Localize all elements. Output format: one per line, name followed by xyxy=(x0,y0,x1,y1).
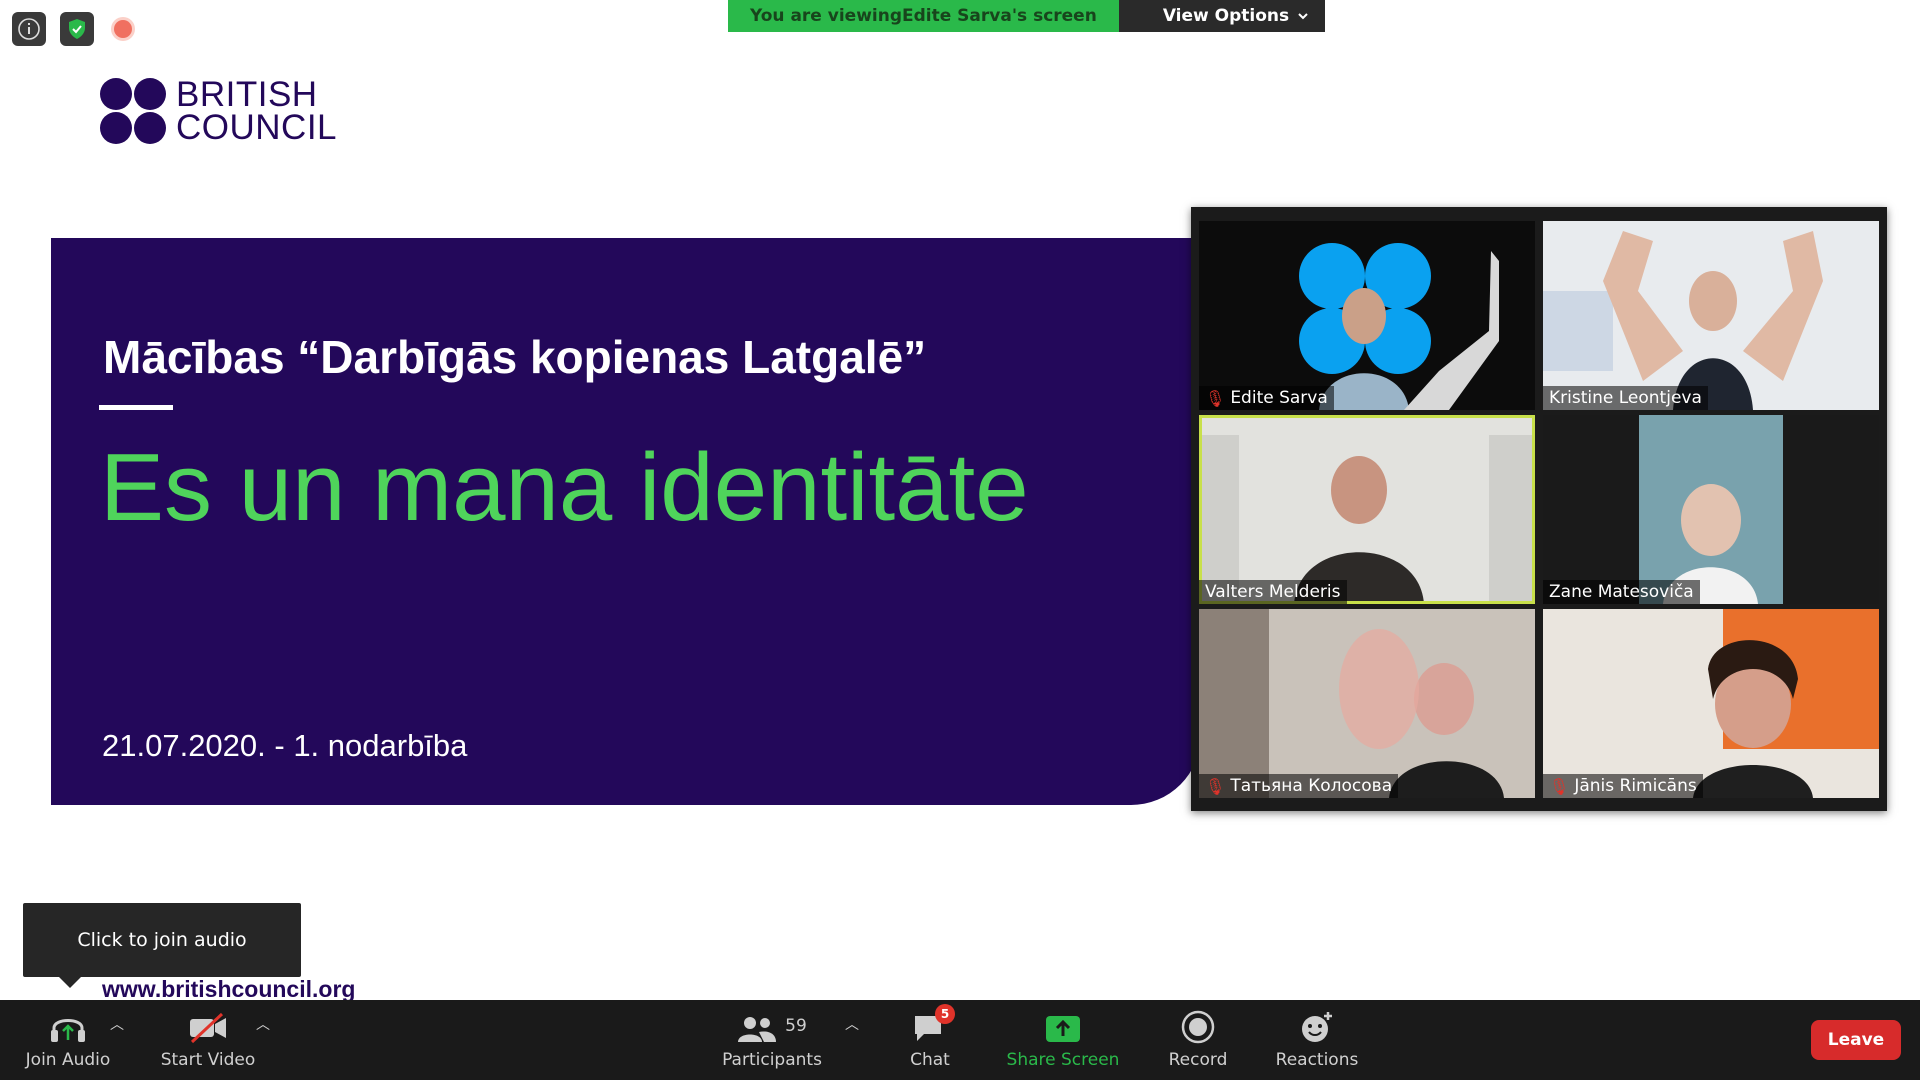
video-tile[interactable]: 🎙 Татьяна Колосова xyxy=(1199,609,1535,798)
slide-title: Mācības “Darbīgās kopienas Latgalē” xyxy=(103,331,927,383)
info-icon xyxy=(18,18,40,40)
join-audio-button[interactable]: Join Audio xyxy=(20,1000,116,1080)
recording-indicator-icon xyxy=(114,20,132,38)
chat-label: Chat xyxy=(910,1050,950,1070)
video-tile[interactable]: Zane Matesoviča xyxy=(1543,415,1879,604)
leave-label: Leave xyxy=(1827,1030,1885,1050)
chevron-down-icon xyxy=(1298,13,1308,20)
participant-name-tag: 🎙 Татьяна Колосова xyxy=(1199,774,1399,798)
participant-name-tag: 🎙 Jānis Rimicāns xyxy=(1543,774,1703,798)
viewing-label: You are viewing Edite Sarva's screen xyxy=(728,0,1119,32)
share-screen-icon xyxy=(1046,1016,1080,1042)
viewing-name: Edite Sarva's screen xyxy=(902,6,1097,26)
participant-name-tag: 🎙 Edite Sarva xyxy=(1199,386,1334,410)
start-video-button[interactable]: Start Video xyxy=(158,1000,258,1080)
chat-button[interactable]: 5 Chat xyxy=(895,1000,965,1080)
participant-video xyxy=(1693,609,1879,798)
tooltip-text: Click to join audio xyxy=(77,929,247,951)
video-tile[interactable]: Kristine Leontjeva xyxy=(1543,221,1879,410)
participant-name: Kristine Leontjeva xyxy=(1549,388,1702,408)
mic-muted-icon: 🎙 xyxy=(1205,388,1226,408)
security-button[interactable] xyxy=(60,12,94,46)
viewing-prefix: You are viewing xyxy=(750,6,902,26)
record-label: Record xyxy=(1168,1050,1228,1070)
participants-label: Participants xyxy=(722,1050,822,1070)
participants-button[interactable]: 59 Participants xyxy=(720,1000,824,1080)
british-council-logo: BRITISH COUNCIL xyxy=(100,75,338,147)
video-tile-active-speaker[interactable]: Valters Melderis xyxy=(1199,415,1535,604)
logo-line1: BRITISH xyxy=(176,75,318,114)
video-options-chevron-icon[interactable]: ︿ xyxy=(256,1014,270,1034)
chat-unread-badge: 5 xyxy=(935,1004,955,1024)
slide-heading: Es un mana identitāte xyxy=(100,434,1029,541)
logo-text: BRITISH COUNCIL xyxy=(176,75,338,147)
participant-name: Татьяна Колосова xyxy=(1230,776,1393,796)
video-tile[interactable]: 🎙 Jānis Rimicāns xyxy=(1543,609,1879,798)
participant-video xyxy=(1299,243,1499,410)
audio-options-chevron-icon[interactable]: ︿ xyxy=(110,1014,124,1034)
logo-line2: COUNCIL xyxy=(176,108,338,147)
reactions-button[interactable]: Reactions xyxy=(1272,1000,1362,1080)
video-off-icon xyxy=(190,1012,226,1044)
participant-name: Zane Matesoviča xyxy=(1549,582,1694,602)
video-tile[interactable]: 🎙 Edite Sarva xyxy=(1199,221,1535,410)
shield-icon xyxy=(69,19,85,39)
join-audio-label: Join Audio xyxy=(25,1050,111,1070)
screen-share-banner: You are viewing Edite Sarva's screen Vie… xyxy=(728,0,1326,32)
participant-name-tag: Zane Matesoviča xyxy=(1543,580,1700,604)
tooltip-tail xyxy=(58,976,82,988)
participant-name-tag: Kristine Leontjeva xyxy=(1543,386,1708,410)
record-button[interactable]: Record xyxy=(1160,1000,1236,1080)
view-options-label: View Options xyxy=(1162,6,1290,26)
mic-muted-icon: 🎙 xyxy=(1549,776,1570,796)
meeting-toolbar: Join Audio ︿ Start Video ︿ 59 Participan… xyxy=(0,1000,1920,1080)
slide-date: 21.07.2020. - 1. nodarbība xyxy=(102,728,468,763)
leave-button[interactable]: Leave xyxy=(1811,1020,1901,1060)
participant-name-tag: Valters Melderis xyxy=(1199,580,1347,604)
share-screen-label: Share Screen xyxy=(1006,1050,1120,1070)
meeting-info-button[interactable] xyxy=(12,12,46,46)
participants-count: 59 xyxy=(785,1016,807,1036)
slide-divider xyxy=(99,405,173,410)
start-video-label: Start Video xyxy=(160,1050,256,1070)
record-icon xyxy=(1181,1010,1215,1044)
participants-options-chevron-icon[interactable]: ︿ xyxy=(845,1014,859,1034)
participant-name: Valters Melderis xyxy=(1205,582,1341,602)
headphones-icon xyxy=(51,1019,85,1042)
participant-name: Edite Sarva xyxy=(1230,388,1328,408)
join-audio-tooltip: Click to join audio xyxy=(23,903,301,977)
reactions-icon xyxy=(1302,1012,1332,1042)
view-options-button[interactable]: View Options xyxy=(1118,0,1326,32)
participants-icon xyxy=(738,1017,777,1042)
mic-muted-icon: 🎙 xyxy=(1205,776,1226,796)
participant-video xyxy=(1199,435,1535,604)
participant-video xyxy=(1199,609,1504,798)
video-gallery[interactable]: 🎙 Edite Sarva Kristine Leontjeva Valters … xyxy=(1191,207,1887,811)
logo-dots-icon xyxy=(100,78,166,144)
share-screen-button[interactable]: Share Screen xyxy=(1003,1000,1123,1080)
participant-name: Jānis Rimicāns xyxy=(1574,776,1697,796)
participant-video xyxy=(1543,231,1823,410)
participant-video xyxy=(1639,415,1783,604)
reactions-label: Reactions xyxy=(1275,1050,1359,1070)
slide-url: www.britishcouncil.org xyxy=(102,976,356,1002)
